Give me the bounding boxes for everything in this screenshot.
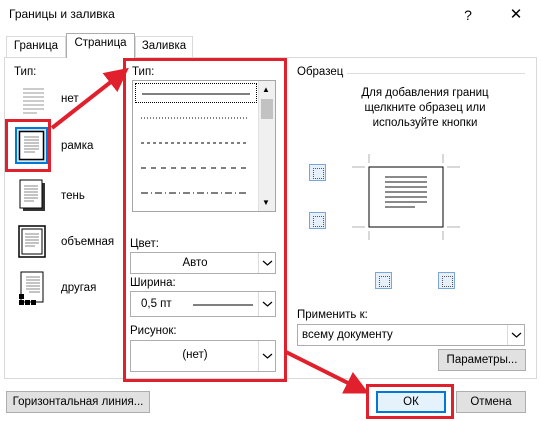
preview-group-label: Образец [297, 66, 344, 78]
apply-value: всему документу [302, 329, 393, 341]
type-3d-label: объемная [61, 236, 115, 248]
width-label: Ширина: [130, 277, 176, 289]
window-title: Границы и заливка [9, 7, 115, 21]
box-border-icon [15, 127, 48, 164]
none-border-icon [16, 81, 49, 118]
custom-border-icon [16, 269, 49, 306]
preview-hint: Для добавления границ щелкните образец и… [361, 87, 489, 129]
color-label: Цвет: [130, 238, 159, 250]
list-scrollbar[interactable]: ▲ ▼ [258, 81, 275, 211]
width-value: 0,5 пт [141, 298, 172, 310]
type-option-shadow[interactable]: тень [14, 175, 114, 217]
close-button[interactable]: ✕ [505, 4, 527, 26]
type-option-3d[interactable]: объемная [14, 221, 114, 263]
tab-page-label: Страница [74, 37, 127, 49]
art-value: (нет) [182, 349, 208, 361]
chevron-down-icon[interactable] [258, 341, 275, 371]
shadow-border-icon [16, 177, 49, 214]
tab-shading[interactable]: Заливка [135, 36, 193, 57]
scroll-down-icon[interactable]: ▼ [262, 198, 270, 207]
apply-label: Применить к: [297, 309, 368, 321]
scroll-thumb[interactable] [261, 99, 273, 119]
top-border-button[interactable] [309, 164, 326, 181]
annotation-highlight-ok [366, 384, 454, 419]
tab-shading-label: Заливка [141, 40, 187, 52]
color-value: Авто [182, 257, 208, 269]
tab-border-label: Граница [13, 40, 59, 52]
art-select[interactable]: (нет) [130, 340, 276, 372]
bottom-border-button[interactable] [309, 212, 326, 229]
chevron-down-icon[interactable] [258, 292, 275, 316]
type-custom-label: другая [61, 282, 97, 294]
type-box-label: рамка [61, 140, 94, 152]
type-none-label: нет [61, 93, 79, 105]
help-button[interactable]: ? [457, 4, 479, 26]
3d-border-icon [16, 223, 49, 260]
options-button[interactable]: Параметры... [438, 349, 526, 371]
horizontal-line-button[interactable]: Горизонтальная линия... [6, 391, 150, 413]
line-style-list[interactable]: ▲ ▼ [132, 80, 276, 212]
type-label: Тип: [14, 66, 37, 78]
width-select[interactable]: 0,5 пт [130, 291, 276, 317]
tab-border[interactable]: Граница [6, 36, 66, 57]
cancel-button[interactable]: Отмена [456, 391, 526, 413]
title-bar: Границы и заливка ? ✕ [0, 0, 541, 30]
art-label: Рисунок: [130, 325, 177, 337]
group-divider [347, 73, 525, 74]
style-label: Тип: [132, 66, 155, 78]
type-shadow-label: тень [61, 190, 85, 202]
list-item-dashed[interactable] [135, 133, 257, 153]
list-item-solid[interactable] [135, 83, 257, 103]
scroll-up-icon[interactable]: ▲ [262, 85, 270, 94]
type-option-box[interactable]: рамка [14, 125, 114, 167]
left-border-button[interactable] [375, 272, 392, 289]
apply-select[interactable]: всему документу [297, 324, 525, 346]
tab-page[interactable]: Страница [66, 33, 135, 58]
list-item-dash-large[interactable] [135, 158, 257, 178]
color-select[interactable]: Авто [130, 252, 276, 274]
preview-page[interactable] [351, 153, 461, 241]
list-item-dash-dot[interactable] [135, 183, 257, 203]
chevron-down-icon[interactable] [258, 253, 275, 273]
right-border-button[interactable] [438, 272, 455, 289]
list-item-dotted[interactable] [135, 108, 257, 128]
type-option-custom[interactable]: другая [14, 267, 114, 309]
chevron-down-icon[interactable] [507, 325, 524, 345]
type-option-none[interactable]: нет [14, 80, 114, 120]
